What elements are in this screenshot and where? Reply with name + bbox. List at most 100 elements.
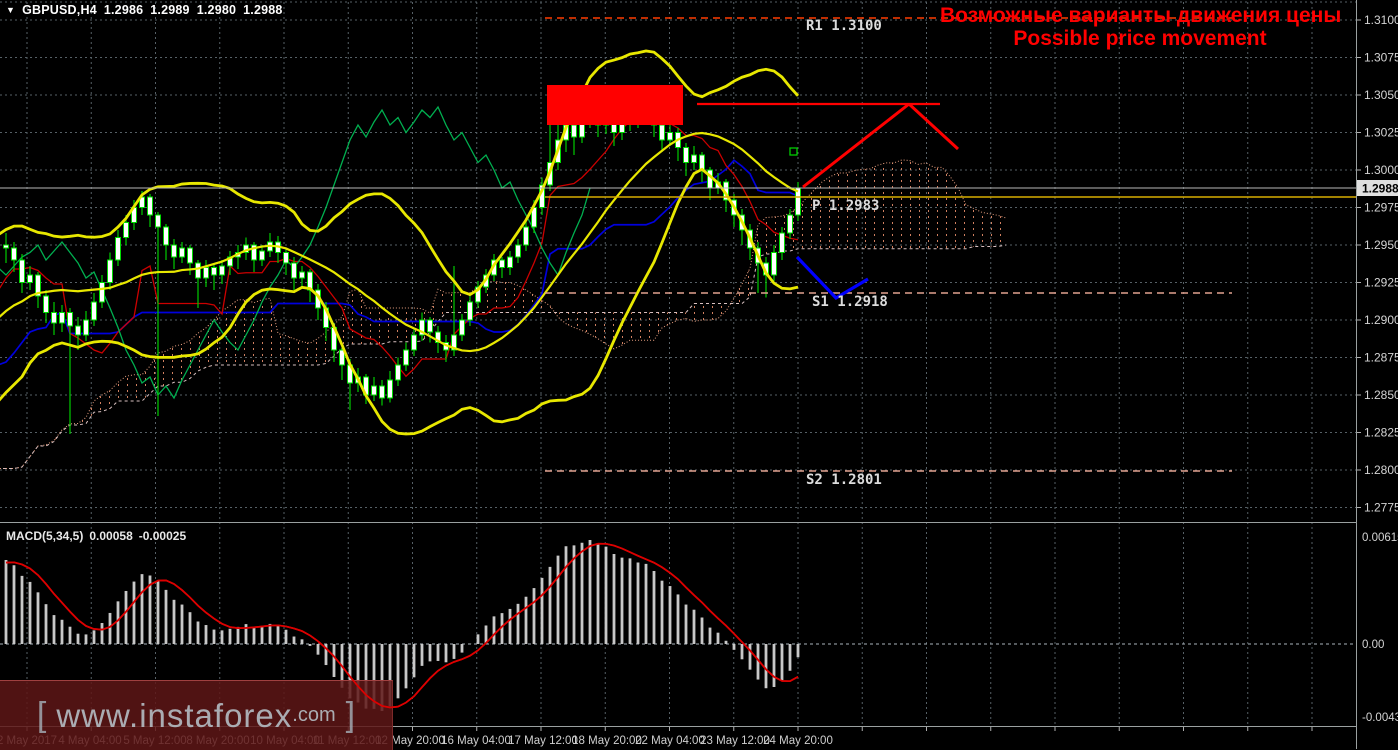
- level-label-s2: S2 1.2801: [806, 472, 882, 488]
- candle-body: [300, 272, 305, 278]
- macd-name: MACD(5,34,5): [6, 529, 83, 543]
- candle-body: [380, 386, 385, 398]
- candle-body: [516, 245, 521, 257]
- candle-body: [572, 125, 577, 137]
- candle-body: [500, 260, 505, 268]
- watermark-left-bracket: [: [37, 696, 46, 735]
- candle-body: [284, 253, 289, 264]
- quote-high: 1.2989: [150, 3, 189, 17]
- price-tick-label: 1.2850: [1364, 388, 1398, 402]
- price-tick-label: 1.2825: [1364, 426, 1398, 440]
- symbol-title: ▼GBPUSD,H41.29861.29891.29801.2988: [6, 3, 283, 17]
- candle-body: [28, 275, 33, 283]
- candle-body: [388, 380, 393, 398]
- price-tick-label: 1.2775: [1364, 501, 1398, 515]
- macd-signal-value: -0.00025: [139, 529, 186, 543]
- candle-body: [20, 260, 25, 283]
- level-label-p: P 1.2983: [812, 198, 879, 214]
- candle-body: [196, 263, 201, 278]
- candle-body: [188, 248, 193, 263]
- candle-body: [372, 386, 377, 395]
- price-tick-label: 1.3075: [1364, 51, 1398, 65]
- macd-tick-label: -0.00437: [1362, 712, 1398, 724]
- candle-body: [172, 245, 177, 257]
- candle-body: [68, 313, 73, 327]
- price-tick-label: 1.3100: [1364, 13, 1398, 27]
- price-tick-label: 1.3050: [1364, 88, 1398, 102]
- annotation-line-ru: Возможные варианты движения цены: [940, 4, 1340, 27]
- chart-background: [0, 0, 1398, 749]
- candle-body: [412, 335, 417, 350]
- annotation-line-en: Possible price movement: [940, 27, 1340, 50]
- candle-body: [116, 238, 121, 261]
- price-tick-label: 1.3000: [1364, 163, 1398, 177]
- candle-body: [156, 215, 161, 227]
- candle-body: [76, 326, 81, 335]
- price-tick-label: 1.2975: [1364, 201, 1398, 215]
- level-label-r1: R1 1.3100: [806, 18, 882, 34]
- price-tick-label: 1.2875: [1364, 351, 1398, 365]
- candle-body: [660, 125, 665, 140]
- candle-body: [60, 313, 65, 324]
- quote-close: 1.2988: [243, 3, 282, 17]
- price-chart-canvas[interactable]: 1.31001.30751.30501.30251.30001.29751.29…: [0, 0, 1398, 749]
- time-tick-label: 22 May 04:00: [635, 735, 705, 747]
- chart-dropdown-icon[interactable]: ▼: [6, 5, 15, 15]
- candle-body: [164, 227, 169, 245]
- macd-tick-label: 0.00: [1362, 639, 1384, 651]
- watermark-suffix: .com: [292, 704, 335, 727]
- quote-open: 1.2986: [104, 3, 143, 17]
- candle-body: [52, 313, 57, 324]
- watermark: [ www.instaforex.com]: [0, 680, 393, 750]
- time-tick-label: 17 May 12:00: [508, 735, 578, 747]
- candle-body: [788, 215, 793, 233]
- candle-body: [212, 268, 217, 276]
- candle-body: [100, 283, 105, 303]
- symbol-name: GBPUSD,H4: [22, 3, 97, 17]
- price-tick-label: 1.2950: [1364, 238, 1398, 252]
- current-price-text: 1.2988: [1362, 182, 1398, 196]
- candle-body: [524, 227, 529, 245]
- candle-body: [692, 155, 697, 163]
- price-tick-label: 1.2925: [1364, 276, 1398, 290]
- candle-body: [796, 188, 801, 215]
- price-axis-bg: [1356, 0, 1398, 749]
- candle-body: [108, 260, 113, 283]
- price-axis[interactable]: 1.31001.30751.30501.30251.30001.29751.29…: [1356, 0, 1398, 749]
- candle-body: [404, 350, 409, 365]
- macd-tick-label: 0.00615: [1362, 532, 1398, 544]
- watermark-text: www.instaforex: [56, 697, 292, 735]
- candle-body: [684, 148, 689, 163]
- price-movement-annotation: Возможные варианты движения цены Possibl…: [940, 4, 1340, 50]
- macd-indicator-label: MACD(5,34,5) 0.00058 -0.00025: [6, 529, 192, 543]
- candle-body: [260, 251, 265, 260]
- candle-body: [508, 257, 513, 268]
- price-tick-label: 1.2900: [1364, 313, 1398, 327]
- time-tick-label: 24 May 20:00: [763, 735, 833, 747]
- time-tick-label: 23 May 12:00: [700, 735, 770, 747]
- candle-body: [44, 296, 49, 313]
- macd-value: 0.00058: [89, 529, 132, 543]
- candle-body: [396, 365, 401, 380]
- candle-body: [84, 320, 89, 335]
- red-zone-rectangle[interactable]: [547, 85, 683, 125]
- candle-body: [780, 233, 785, 253]
- candle-body: [180, 248, 185, 257]
- candle-body: [4, 245, 9, 248]
- candle-body: [12, 248, 17, 260]
- watermark-right-bracket: ]: [346, 696, 355, 735]
- price-tick-label: 1.2800: [1364, 463, 1398, 477]
- candle-body: [148, 197, 153, 215]
- candle-body: [772, 253, 777, 276]
- time-tick-label: 18 May 20:00: [572, 735, 642, 747]
- candle-body: [124, 223, 129, 238]
- candle-body: [204, 268, 209, 279]
- candle-body: [292, 263, 297, 278]
- candle-body: [468, 302, 473, 320]
- candle-body: [428, 320, 433, 332]
- candle-body: [668, 133, 673, 141]
- time-tick-label: 16 May 04:00: [441, 735, 511, 747]
- level-label-s1: S1 1.2918: [812, 294, 888, 310]
- candle-body: [220, 266, 225, 275]
- candle-body: [460, 320, 465, 335]
